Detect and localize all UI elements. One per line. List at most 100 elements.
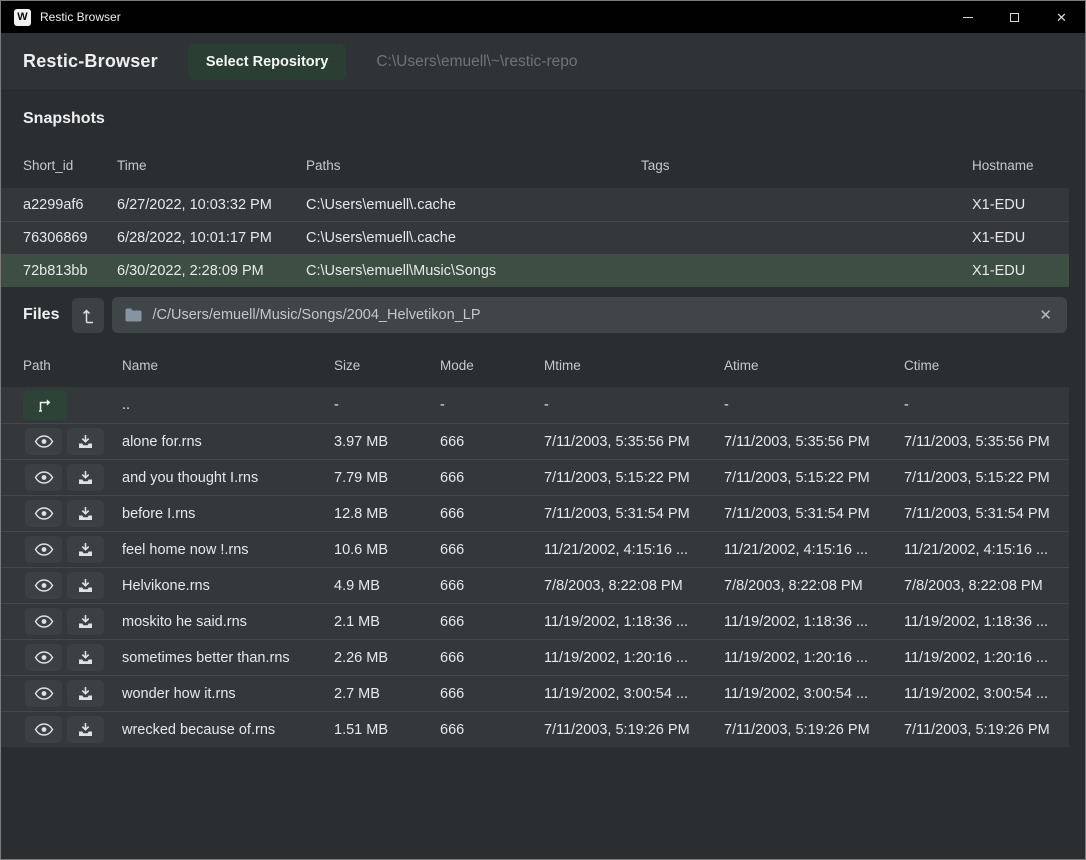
file-row-actions (23, 716, 122, 743)
snapshot-row[interactable]: 763068696/28/2022, 10:01:17 PMC:\Users\e… (1, 221, 1069, 254)
file-mode: 666 (440, 722, 544, 738)
file-ctime: 11/19/2002, 3:00:54 ... (904, 686, 1069, 702)
file-atime: 7/11/2003, 5:19:26 PM (724, 722, 904, 738)
download-file-button[interactable] (67, 608, 104, 635)
close-button[interactable]: ✕ (1038, 1, 1085, 33)
file-ctime: 7/11/2003, 5:15:22 PM (904, 470, 1069, 486)
minimize-icon (963, 17, 973, 18)
preview-file-button[interactable] (25, 536, 62, 563)
current-path-bar[interactable]: /C/Users/emuell/Music/Songs/2004_Helveti… (112, 297, 1067, 333)
clear-path-icon: ✕ (1039, 307, 1052, 324)
snapshot-row[interactable]: 72b813bb6/30/2022, 2:28:09 PMC:\Users\em… (1, 254, 1069, 287)
eye-icon (34, 723, 54, 736)
window-controls: ✕ (944, 1, 1085, 33)
column-header-ctime: Ctime (904, 358, 1085, 373)
file-mtime: 7/11/2003, 5:31:54 PM (544, 506, 724, 522)
minimize-button[interactable] (944, 1, 991, 33)
preview-file-button[interactable] (25, 644, 62, 671)
download-icon (78, 614, 93, 629)
column-header-short-id: Short_id (23, 158, 117, 173)
file-mtime: 7/8/2003, 8:22:08 PM (544, 578, 724, 594)
file-size: 12.8 MB (334, 506, 440, 522)
maximize-icon (1010, 13, 1019, 22)
eye-icon (34, 543, 54, 556)
files-table-header: Path Name Size Mode Mtime Atime Ctime (1, 343, 1085, 387)
file-name: moskito he said.rns (122, 614, 334, 630)
file-row: alone for.rns3.97 MB6667/11/2003, 5:35:5… (1, 423, 1069, 459)
column-header-path: Path (23, 358, 122, 373)
file-mode: 666 (440, 470, 544, 486)
file-ctime: 11/21/2002, 4:15:16 ... (904, 542, 1069, 558)
column-header-size: Size (334, 358, 440, 373)
snapshot-short-id: 76306869 (23, 230, 117, 246)
file-row: wrecked because of.rns1.51 MB6667/11/200… (1, 711, 1069, 747)
up-level-button[interactable] (72, 298, 104, 333)
file-size: 2.1 MB (334, 614, 440, 630)
preview-file-button[interactable] (25, 716, 62, 743)
preview-file-button[interactable] (25, 572, 62, 599)
file-mtime: 7/11/2003, 5:19:26 PM (544, 722, 724, 738)
snapshot-paths: C:\Users\emuell\.cache (306, 197, 641, 213)
maximize-button[interactable] (991, 1, 1038, 33)
download-file-button[interactable] (67, 572, 104, 599)
download-icon (78, 686, 93, 701)
column-header-time: Time (117, 158, 306, 173)
file-row-actions (23, 500, 122, 527)
file-mtime: 11/19/2002, 1:20:16 ... (544, 650, 724, 666)
file-size: 10.6 MB (334, 542, 440, 558)
file-size: 4.9 MB (334, 578, 440, 594)
snapshot-row[interactable]: a2299af66/27/2022, 10:03:32 PMC:\Users\e… (1, 188, 1069, 221)
eye-icon (34, 651, 54, 664)
eye-icon (34, 615, 54, 628)
file-name: Helvikone.rns (122, 578, 334, 594)
window-title: Restic Browser (40, 10, 121, 24)
go-parent-button[interactable] (23, 390, 67, 420)
preview-file-button[interactable] (25, 680, 62, 707)
eye-icon (34, 687, 54, 700)
snapshot-short-id: a2299af6 (23, 197, 117, 213)
preview-file-button[interactable] (25, 464, 62, 491)
file-name: .. (122, 397, 334, 413)
files-table-body: ..-----alone for.rns3.97 MB6667/11/2003,… (1, 387, 1069, 747)
file-atime: 11/21/2002, 4:15:16 ... (724, 542, 904, 558)
file-size: 2.7 MB (334, 686, 440, 702)
download-file-button[interactable] (67, 428, 104, 455)
preview-file-button[interactable] (25, 608, 62, 635)
file-atime: 7/11/2003, 5:15:22 PM (724, 470, 904, 486)
clear-path-button[interactable]: ✕ (1037, 306, 1054, 324)
column-header-hostname: Hostname (972, 158, 1085, 173)
file-mtime: 7/11/2003, 5:15:22 PM (544, 470, 724, 486)
column-header-paths: Paths (306, 158, 641, 173)
file-row: wonder how it.rns2.7 MB66611/19/2002, 3:… (1, 675, 1069, 711)
file-name: sometimes better than.rns (122, 650, 334, 666)
file-row: Helvikone.rns4.9 MB6667/8/2003, 8:22:08 … (1, 567, 1069, 603)
select-repository-button[interactable]: Select Repository (188, 44, 347, 80)
file-mode: 666 (440, 650, 544, 666)
preview-file-button[interactable] (25, 500, 62, 527)
file-mode: 666 (440, 578, 544, 594)
file-row-actions (23, 464, 122, 491)
up-level-icon (82, 307, 95, 324)
file-ctime: 7/8/2003, 8:22:08 PM (904, 578, 1069, 594)
download-file-button[interactable] (67, 500, 104, 527)
file-row: before I.rns12.8 MB6667/11/2003, 5:31:54… (1, 495, 1069, 531)
download-file-button[interactable] (67, 464, 104, 491)
app-header: Restic-Browser Select Repository C:\User… (1, 33, 1085, 91)
file-mode: 666 (440, 686, 544, 702)
file-atime: 7/8/2003, 8:22:08 PM (724, 578, 904, 594)
file-mtime: - (544, 397, 724, 413)
download-icon (78, 578, 93, 593)
download-file-button[interactable] (67, 680, 104, 707)
column-header-mode: Mode (440, 358, 544, 373)
download-file-button[interactable] (67, 644, 104, 671)
file-ctime: 7/11/2003, 5:35:56 PM (904, 434, 1069, 450)
files-heading: Files (23, 306, 59, 324)
download-file-button[interactable] (67, 536, 104, 563)
current-path-value: /C/Users/emuell/Music/Songs/2004_Helveti… (152, 307, 1037, 323)
download-file-button[interactable] (67, 716, 104, 743)
eye-icon (34, 507, 54, 520)
preview-file-button[interactable] (25, 428, 62, 455)
file-atime: 7/11/2003, 5:31:54 PM (724, 506, 904, 522)
file-ctime: - (904, 397, 1069, 413)
snapshot-hostname: X1-EDU (972, 230, 1069, 246)
